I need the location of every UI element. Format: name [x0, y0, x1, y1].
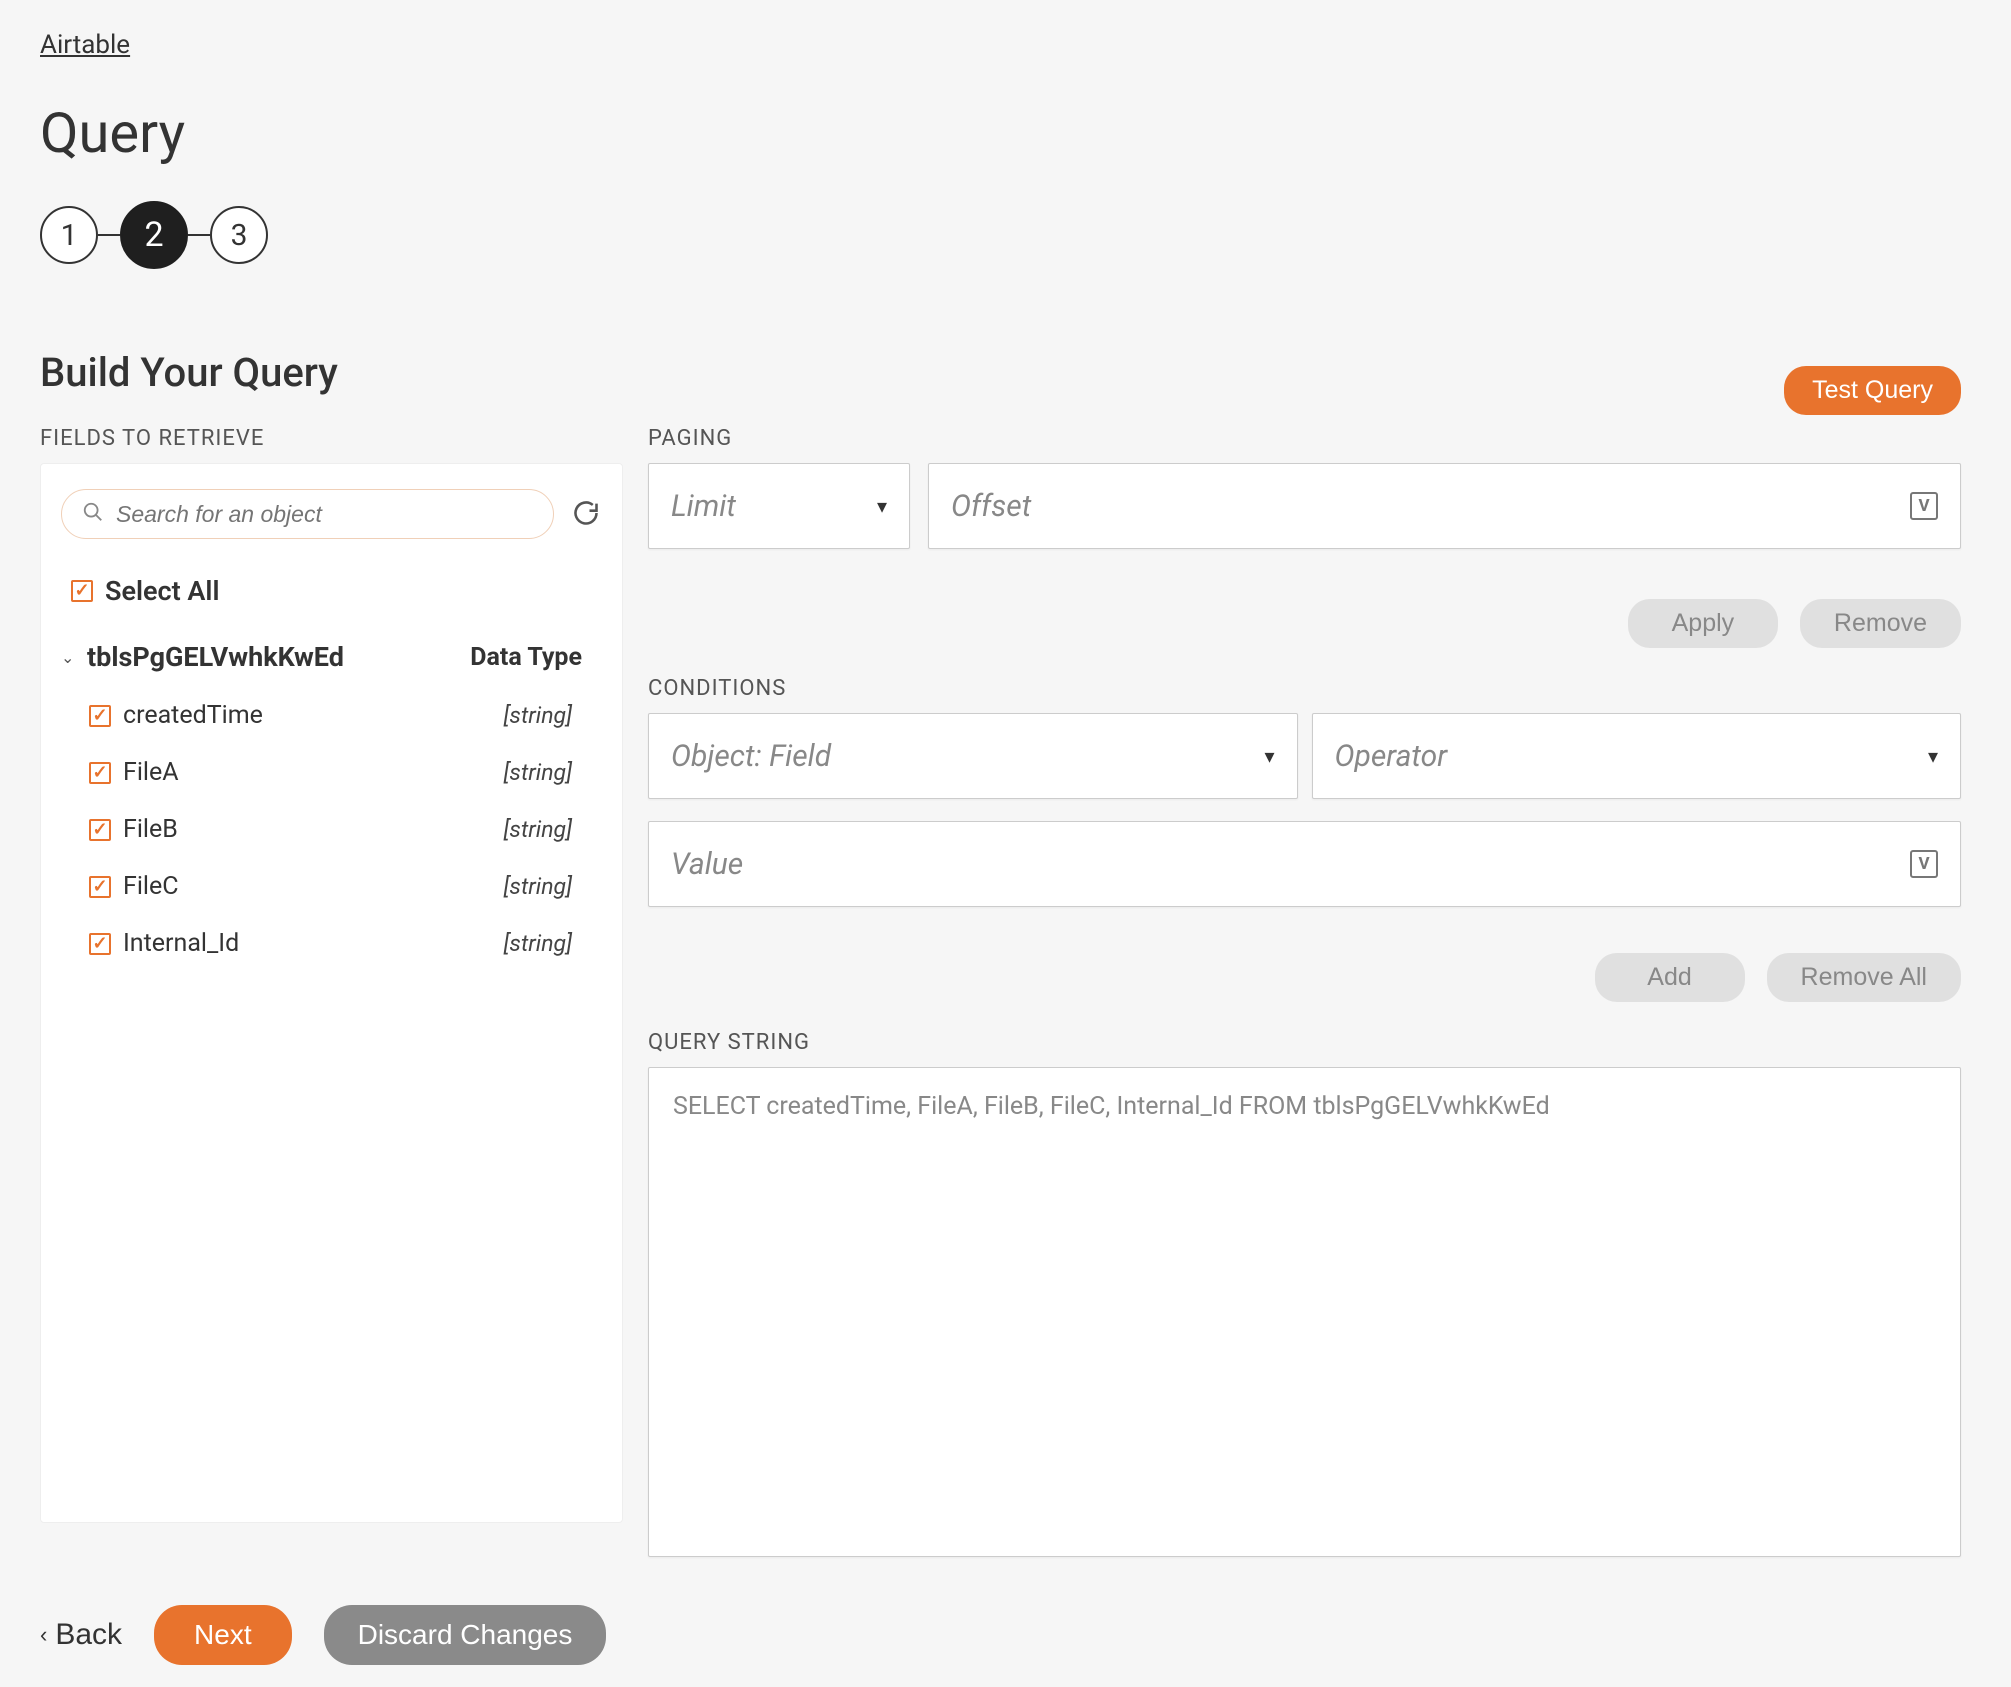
- step-line: [98, 234, 120, 236]
- chevron-down-icon: ▾: [1928, 744, 1938, 768]
- field-row: Internal_Id [string]: [61, 915, 602, 972]
- field-name: FileB: [123, 815, 492, 844]
- back-button[interactable]: ‹ Back: [40, 1618, 122, 1652]
- select-all-label: Select All: [105, 575, 219, 607]
- field-checkbox[interactable]: [89, 705, 111, 727]
- fields-label: FIELDS TO RETRIEVE: [40, 426, 623, 451]
- field-checkbox[interactable]: [89, 933, 111, 955]
- search-box[interactable]: [61, 489, 554, 539]
- field-name: FileA: [123, 758, 492, 787]
- field-row: FileA [string]: [61, 744, 602, 801]
- search-icon: [82, 501, 104, 527]
- operator-select[interactable]: Operator ▾: [1312, 713, 1962, 799]
- test-query-button[interactable]: Test Query: [1784, 366, 1961, 415]
- field-type: [string]: [504, 759, 592, 786]
- search-input[interactable]: [116, 501, 533, 528]
- variable-chip-icon[interactable]: V: [1910, 492, 1938, 520]
- chevron-down-icon[interactable]: ⌄: [61, 648, 81, 667]
- field-checkbox[interactable]: [89, 762, 111, 784]
- step-2[interactable]: 2: [120, 201, 188, 269]
- query-string-label: QUERY STRING: [648, 1030, 1961, 1055]
- offset-input[interactable]: Offset V: [928, 463, 1961, 549]
- field-checkbox[interactable]: [89, 876, 111, 898]
- value-input[interactable]: Value V: [648, 821, 1961, 907]
- chevron-left-icon: ‹: [40, 1622, 47, 1648]
- discard-changes-button[interactable]: Discard Changes: [324, 1605, 607, 1665]
- variable-chip-icon[interactable]: V: [1910, 850, 1938, 878]
- value-placeholder: Value: [671, 847, 743, 882]
- chevron-down-icon: ▾: [877, 494, 887, 518]
- step-1[interactable]: 1: [40, 206, 98, 264]
- field-row: createdTime [string]: [61, 687, 602, 744]
- paging-label: PAGING: [648, 426, 1961, 451]
- add-button[interactable]: Add: [1595, 953, 1745, 1002]
- field-row: FileB [string]: [61, 801, 602, 858]
- refresh-icon[interactable]: [572, 499, 602, 529]
- object-field-select[interactable]: Object: Field ▾: [648, 713, 1298, 799]
- data-type-header: Data Type: [470, 643, 602, 672]
- field-row: FileC [string]: [61, 858, 602, 915]
- page-title: Query: [40, 100, 1971, 166]
- breadcrumb-airtable[interactable]: Airtable: [40, 30, 130, 60]
- step-line: [188, 234, 210, 236]
- field-name: Internal_Id: [123, 929, 492, 958]
- field-name: FileC: [123, 872, 492, 901]
- operator-placeholder: Operator: [1335, 739, 1448, 774]
- section-title: Build Your Query: [40, 349, 1971, 396]
- object-field-placeholder: Object: Field: [671, 739, 831, 774]
- limit-select[interactable]: Limit ▾: [648, 463, 910, 549]
- remove-button[interactable]: Remove: [1800, 599, 1961, 648]
- limit-placeholder: Limit: [671, 489, 736, 524]
- chevron-down-icon: ▾: [1264, 744, 1274, 768]
- field-type: [string]: [504, 702, 592, 729]
- field-type: [string]: [504, 930, 592, 957]
- query-string-box[interactable]: SELECT createdTime, FileA, FileB, FileC,…: [648, 1067, 1961, 1557]
- table-name: tblsPgGELVwhkKwEd: [87, 641, 470, 673]
- field-checkbox[interactable]: [89, 819, 111, 841]
- offset-placeholder: Offset: [951, 489, 1031, 524]
- stepper: 1 2 3: [40, 201, 1971, 269]
- select-all-checkbox[interactable]: [71, 580, 93, 602]
- back-label: Back: [55, 1618, 122, 1652]
- field-type: [string]: [504, 816, 592, 843]
- fields-panel: Select All ⌄ tblsPgGELVwhkKwEd Data Type…: [40, 463, 623, 1523]
- remove-all-button[interactable]: Remove All: [1767, 953, 1961, 1002]
- step-3[interactable]: 3: [210, 206, 268, 264]
- field-name: createdTime: [123, 701, 492, 730]
- apply-button[interactable]: Apply: [1628, 599, 1778, 648]
- field-type: [string]: [504, 873, 592, 900]
- conditions-label: CONDITIONS: [648, 676, 1961, 701]
- next-button[interactable]: Next: [154, 1605, 292, 1665]
